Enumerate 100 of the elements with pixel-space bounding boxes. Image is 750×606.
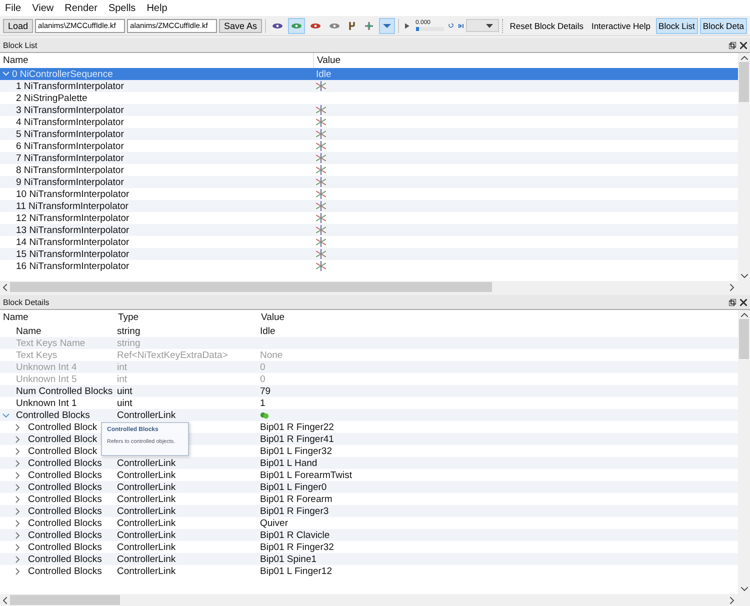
menu-item[interactable]: Render [64, 2, 98, 14]
column-header[interactable]: Value [314, 53, 738, 68]
load-button[interactable]: Load [3, 18, 34, 32]
field-type: uint [117, 386, 132, 396]
expand-icon[interactable] [14, 460, 22, 466]
field-name: Unknown Int 5 [16, 374, 77, 384]
block-name[interactable]: 12 NiTransformInterpolator [16, 212, 130, 224]
scroll-down-icon[interactable] [740, 274, 748, 278]
float-icon[interactable] [729, 298, 736, 306]
column-header[interactable]: Type [115, 310, 258, 325]
field-value: 1 [260, 398, 266, 408]
field-value: Bip01 R Finger3 [260, 506, 329, 516]
field-name: Num Controlled Blocks [16, 386, 113, 396]
block-name[interactable]: 14 NiTransformInterpolator [16, 236, 130, 248]
caret-icon [486, 24, 494, 28]
field-value: Idle [260, 326, 276, 336]
block-name[interactable]: 1 NiTransformInterpolator [16, 80, 124, 92]
scroll-right-icon[interactable] [730, 284, 734, 290]
field-name: Controlled Blocks [28, 494, 102, 504]
field-name: Unknown Int 4 [16, 362, 77, 372]
scroll-up-icon[interactable] [740, 56, 748, 60]
expand-icon[interactable] [14, 484, 22, 490]
field-value: Bip01 R Finger41 [260, 434, 334, 444]
field-value: 0 [260, 374, 266, 384]
scroll-left-icon[interactable] [3, 596, 7, 604]
view-tool-button[interactable] [288, 18, 305, 34]
field-value: Bip01 R Forearm [260, 494, 332, 504]
expand-icon[interactable] [14, 568, 22, 574]
block-name[interactable]: 3 NiTransformInterpolator [16, 104, 124, 116]
panel-title: Block List [3, 40, 38, 50]
scrollbar-thumb[interactable] [10, 595, 120, 605]
block-name[interactable]: 9 NiTransformInterpolator [16, 176, 124, 188]
field-value: Bip01 R Clavicle [260, 530, 330, 540]
menu-item[interactable]: Help [146, 2, 168, 14]
field-type: ControllerLink [117, 494, 176, 504]
field-type: ControllerLink [117, 506, 176, 516]
field-name: Controlled Blocks [16, 410, 90, 420]
field-value: Bip01 R Finger32 [260, 542, 334, 552]
expand-icon[interactable] [14, 496, 22, 502]
expand-icon[interactable] [14, 556, 22, 562]
expand-icon[interactable] [14, 448, 22, 454]
block-name[interactable]: 15 NiTransformInterpolator [16, 248, 130, 260]
play-icon[interactable] [405, 20, 410, 30]
expand-icon[interactable] [14, 436, 22, 442]
field-value: None [260, 350, 283, 360]
block-name[interactable]: 5 NiTransformInterpolator [16, 128, 124, 140]
menu-item[interactable]: View [32, 2, 54, 14]
field-value: Bip01 L ForearmTwist [260, 470, 352, 480]
field-name: Controlled Blocks [28, 530, 102, 540]
field-value: Bip01 L Hand [260, 458, 318, 468]
float-icon[interactable] [729, 42, 736, 48]
toolbar-button[interactable]: Block List [656, 18, 698, 34]
field-name: Controlled Blocks [28, 518, 102, 528]
block-name[interactable]: 8 NiTransformInterpolator [16, 164, 124, 176]
close-icon[interactable] [740, 42, 747, 48]
field-name: Controlled Block [28, 446, 98, 456]
block-name[interactable]: 16 NiTransformInterpolator [16, 260, 130, 272]
field-type: ControllerLink [117, 542, 176, 552]
block-name[interactable]: 6 NiTransformInterpolator [16, 140, 124, 152]
scroll-up-icon[interactable] [740, 313, 748, 317]
scrollbar-thumb[interactable] [10, 282, 492, 292]
eye-icon [310, 22, 321, 30]
expand-icon[interactable] [2, 412, 10, 418]
column-header[interactable]: Value [258, 310, 738, 325]
field-name: Controlled Blocks [28, 470, 102, 480]
expand-icon[interactable] [14, 424, 22, 430]
block-name[interactable]: 10 NiTransformInterpolator [16, 188, 130, 200]
expand-icon[interactable] [14, 532, 22, 538]
expand-icon[interactable] [14, 472, 22, 478]
field-type: Ref<NiTextKeyExtraData> [117, 350, 228, 360]
scrollbar-thumb[interactable] [739, 319, 749, 359]
field-type: ControllerLink [117, 518, 176, 528]
field-value: 0 [260, 362, 266, 372]
menu-item[interactable]: Spells [108, 2, 136, 14]
toolbar-button[interactable]: Block Deta [700, 18, 748, 34]
scrollbar-thumb[interactable] [739, 62, 749, 102]
scroll-right-icon[interactable] [730, 596, 734, 604]
menu-item[interactable]: File [5, 2, 22, 14]
close-icon[interactable] [740, 298, 747, 306]
toolbar-button[interactable]: Interactive Help [588, 18, 654, 34]
save-as-button[interactable]: Save As [219, 18, 262, 32]
field-name: Controlled Blocks [28, 458, 102, 468]
block-name[interactable]: 2 NiStringPalette [16, 92, 88, 104]
expand-icon[interactable] [14, 520, 22, 526]
expand-icon[interactable] [14, 508, 22, 514]
column-header[interactable]: Name [0, 310, 115, 325]
block-name[interactable]: 13 NiTransformInterpolator [16, 224, 130, 236]
eye-icon [328, 22, 340, 30]
toolbar-button[interactable]: Reset Block Details [506, 18, 586, 34]
scroll-down-icon[interactable] [740, 587, 748, 591]
animation-dropdown[interactable] [466, 19, 500, 32]
block-name[interactable]: 4 NiTransformInterpolator [16, 116, 124, 128]
time-slider[interactable] [416, 27, 419, 31]
block-value: Idle [316, 68, 332, 80]
scroll-left-icon[interactable] [3, 284, 7, 290]
block-name[interactable]: 7 NiTransformInterpolator [16, 152, 124, 164]
expand-icon[interactable] [14, 544, 22, 550]
field-type: ControllerLink [117, 410, 176, 420]
block-name[interactable]: 11 NiTransformInterpolator [16, 200, 128, 212]
view-tool-button[interactable] [378, 18, 395, 34]
